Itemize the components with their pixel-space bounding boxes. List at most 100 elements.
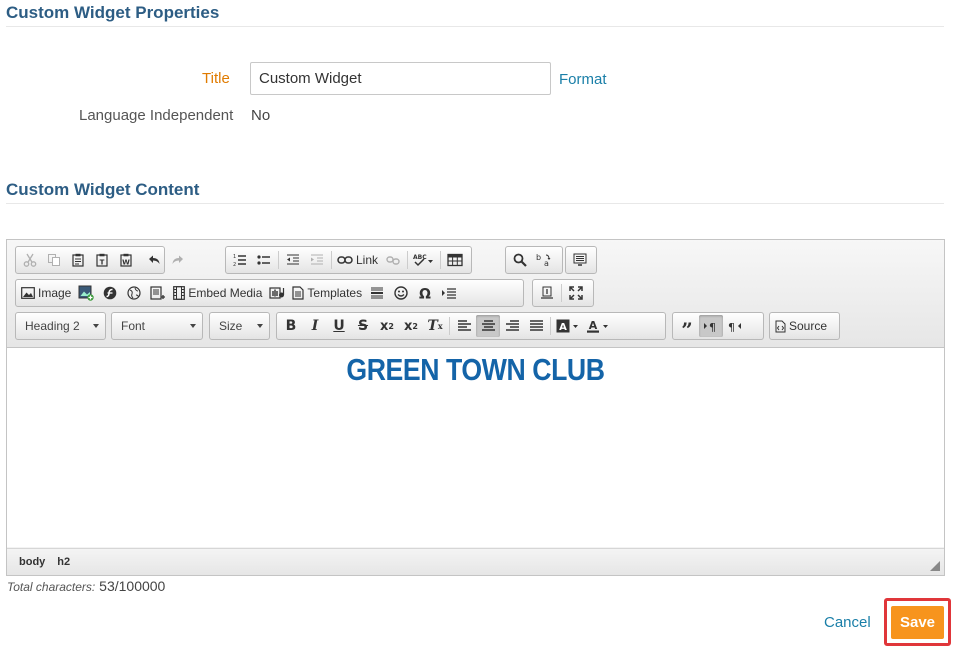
source-label: Source — [789, 319, 828, 333]
template-icon — [292, 286, 305, 300]
special-character-icon[interactable]: Ω — [413, 282, 437, 304]
background-color-icon[interactable]: A — [553, 315, 583, 337]
select-all-icon[interactable] — [568, 249, 592, 271]
title-label: Title — [202, 70, 230, 87]
source-icon — [775, 320, 786, 332]
svg-text:Ω: Ω — [419, 287, 431, 301]
page-break-icon[interactable] — [146, 282, 170, 304]
svg-text:¶: ¶ — [709, 321, 716, 332]
outdent-icon[interactable] — [281, 249, 305, 271]
bold-icon[interactable]: B — [279, 315, 303, 337]
table-icon[interactable] — [443, 249, 467, 271]
svg-text:A: A — [559, 322, 567, 333]
horizontal-line-icon[interactable] — [365, 282, 389, 304]
subscript-icon[interactable]: x2 — [375, 315, 399, 337]
remove-format-icon[interactable]: Tx — [423, 315, 447, 337]
element-path-bar: body h2 — [7, 548, 944, 575]
undo-icon[interactable] — [142, 249, 166, 271]
character-count-value: 53/100000 — [99, 578, 166, 594]
source-button[interactable]: Source — [772, 315, 830, 337]
chevron-down-icon — [190, 324, 196, 328]
resize-handle-icon[interactable] — [930, 561, 940, 571]
replace-icon[interactable]: ba — [532, 249, 556, 271]
add-image-icon[interactable] — [74, 282, 98, 304]
image-icon — [21, 287, 35, 299]
align-center-icon[interactable] — [476, 315, 500, 337]
link-label: Link — [356, 253, 379, 267]
text-color-icon[interactable]: A — [583, 315, 613, 337]
select-all-group — [565, 246, 597, 274]
font-combo-value: Font — [121, 319, 146, 333]
svg-text:W: W — [122, 259, 130, 267]
save-button[interactable]: Save — [891, 606, 944, 639]
divider — [6, 203, 944, 204]
bulleted-list-icon[interactable] — [252, 249, 276, 271]
justify-icon[interactable] — [524, 315, 548, 337]
character-count-label: Total characters: — [7, 580, 96, 594]
find-group: ba — [505, 246, 563, 274]
align-left-icon[interactable] — [452, 315, 476, 337]
list-group: 12 Link ABC — [225, 246, 472, 274]
chevron-down-icon — [257, 324, 263, 328]
rtl-icon[interactable]: ¶ — [723, 315, 747, 337]
spellcheck-icon[interactable]: ABC — [410, 249, 438, 271]
editor-content[interactable]: GREEN TOWN CLUB — [7, 348, 944, 547]
view-group — [532, 279, 594, 307]
paste-text-icon[interactable]: T — [90, 249, 114, 271]
svg-text:A: A — [589, 319, 598, 332]
size-combo[interactable]: Size — [209, 312, 270, 340]
link-icon — [337, 256, 353, 264]
svg-text:a: a — [544, 259, 549, 267]
indent-icon[interactable] — [305, 249, 329, 271]
format-combo-value: Heading 2 — [25, 319, 80, 333]
properties-section-title: Custom Widget Properties — [6, 3, 220, 22]
paste-word-icon[interactable]: W — [114, 249, 138, 271]
content-section-title: Custom Widget Content — [6, 180, 200, 199]
blockquote-icon[interactable]: ” — [675, 315, 699, 342]
formatting-group: B I U S x2 x2 Tx A A — [276, 312, 666, 340]
svg-text:T: T — [100, 259, 105, 267]
redo-icon[interactable] — [166, 249, 190, 271]
chevron-down-icon — [93, 324, 99, 328]
align-right-icon[interactable] — [500, 315, 524, 337]
find-icon[interactable] — [508, 249, 532, 271]
paste-icon[interactable] — [66, 249, 90, 271]
size-combo-value: Size — [219, 319, 243, 333]
ltr-icon[interactable]: ¶ — [699, 315, 723, 337]
cut-icon[interactable] — [18, 249, 42, 271]
title-input[interactable] — [250, 62, 551, 95]
maximize-icon[interactable] — [564, 282, 588, 304]
content-heading: GREEN TOWN CLUB — [346, 352, 605, 387]
insert-list-icon[interactable] — [437, 282, 461, 304]
numbered-list-icon[interactable]: 12 — [228, 249, 252, 271]
underline-icon[interactable]: U — [327, 315, 351, 337]
iframe-globe-icon[interactable] — [122, 282, 146, 304]
smiley-icon[interactable] — [389, 282, 413, 304]
cancel-button[interactable]: Cancel — [824, 614, 871, 631]
format-link[interactable]: Format — [559, 71, 607, 88]
templates-button[interactable]: Templates — [289, 282, 365, 304]
image-button[interactable]: Image — [18, 282, 74, 304]
language-independent-label: Language Independent — [79, 107, 234, 124]
format-combo[interactable]: Heading 2 — [15, 312, 106, 340]
embed-media-label: Embed Media — [188, 286, 263, 300]
rich-text-editor: T W 12 Link ABC b a Image Embed Media Te… — [6, 239, 945, 576]
embed-media-button[interactable]: Embed Media — [170, 282, 265, 304]
font-combo[interactable]: Font — [111, 312, 203, 340]
flash-icon[interactable] — [98, 282, 122, 304]
audio-icon[interactable] — [265, 282, 289, 304]
path-item-h2[interactable]: h2 — [57, 556, 70, 568]
link-button[interactable]: Link — [334, 249, 381, 271]
source-group: Source — [769, 312, 840, 340]
show-blocks-icon[interactable] — [535, 282, 559, 304]
italic-icon[interactable]: I — [303, 315, 327, 337]
copy-icon[interactable] — [42, 249, 66, 271]
svg-text:2: 2 — [233, 262, 236, 267]
templates-label: Templates — [307, 286, 363, 300]
superscript-icon[interactable]: x2 — [399, 315, 423, 337]
unlink-icon[interactable] — [381, 249, 405, 271]
path-item-body[interactable]: body — [19, 556, 45, 568]
svg-text:¶: ¶ — [728, 321, 735, 332]
svg-text:b: b — [536, 253, 541, 262]
strikethrough-icon[interactable]: S — [351, 315, 375, 337]
